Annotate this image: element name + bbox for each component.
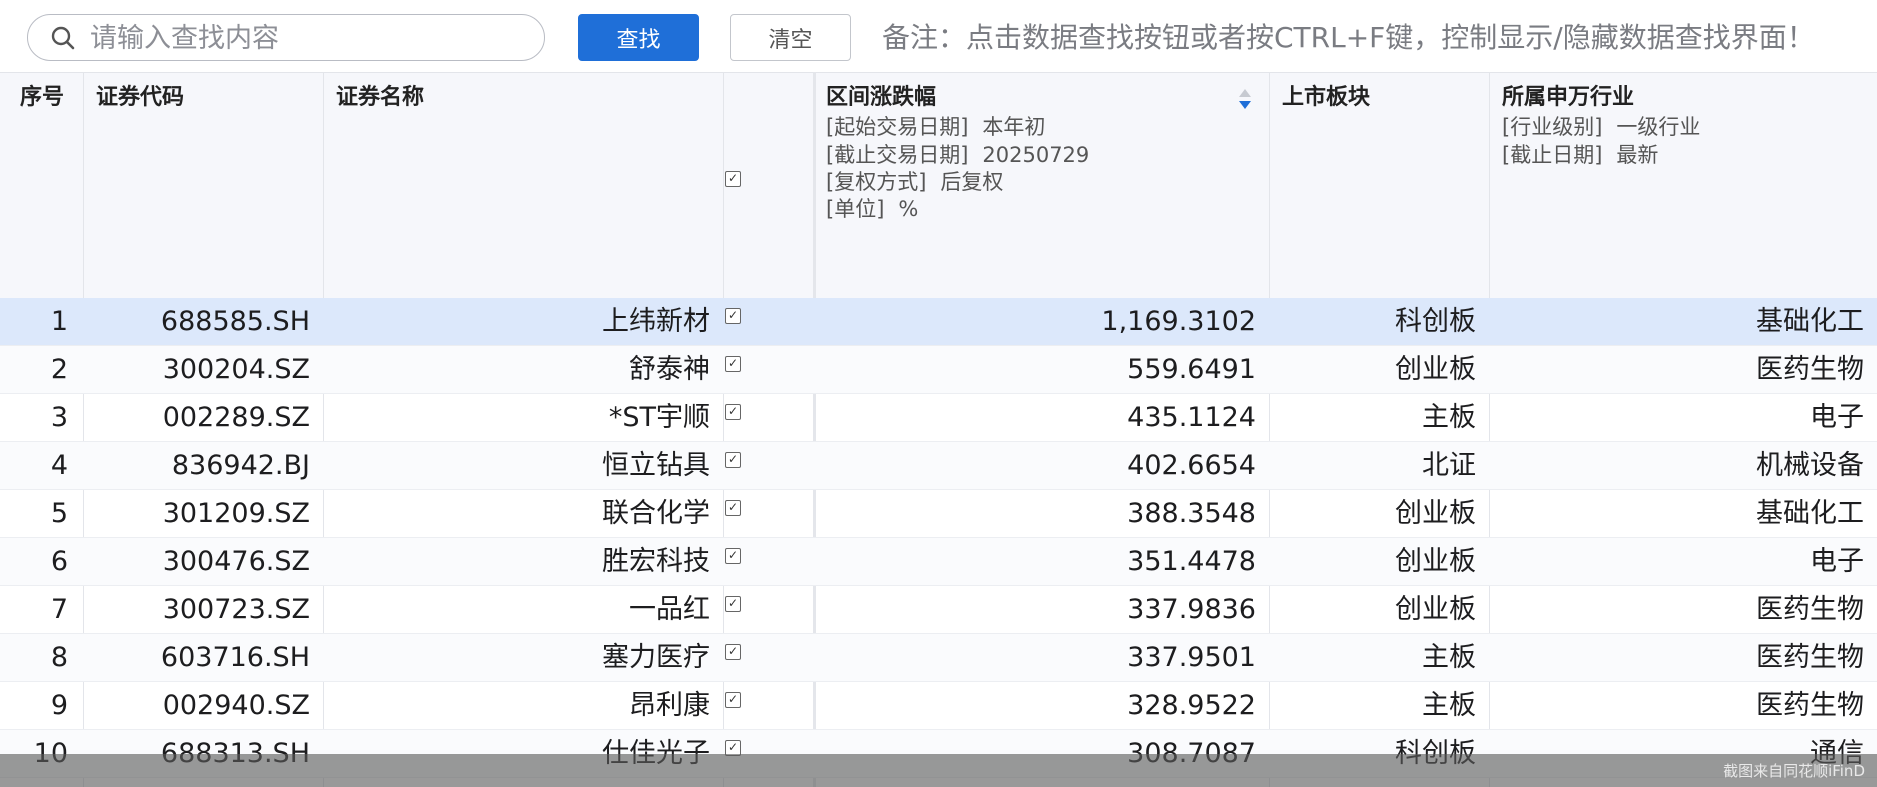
row-checkbox[interactable]: ✓: [725, 356, 741, 372]
table-row[interactable]: 9 002940.SZ 昂利康 ✓ 328.9522 主板 医药生物: [0, 682, 1877, 730]
table-row[interactable]: 6 300476.SZ 胜宏科技 ✓ 351.4478 创业板 电子: [0, 538, 1877, 586]
search-icon: [51, 26, 75, 50]
row-checkbox[interactable]: ✓: [725, 404, 741, 420]
security-name[interactable]: 上纬新材: [324, 298, 710, 346]
help-note: 备注：点击数据查找按钮或者按CTRL+F键，控制显示/隐藏数据查找界面！: [882, 21, 1815, 54]
clear-button[interactable]: 清空: [730, 14, 851, 61]
security-name[interactable]: 舒泰神: [324, 346, 710, 394]
sw-industry[interactable]: 医药生物: [1490, 634, 1864, 682]
row-checkbox[interactable]: ✓: [725, 452, 741, 468]
row-index: 1: [50, 306, 68, 337]
sw-industry[interactable]: 基础化工: [1490, 298, 1864, 346]
row-index: 7: [50, 594, 68, 625]
listing-board[interactable]: 北证: [1270, 442, 1476, 490]
security-name[interactable]: 昂利康: [324, 682, 710, 730]
row-index: 8: [50, 642, 68, 673]
sw-industry[interactable]: 基础化工: [1490, 490, 1864, 538]
sw-industry[interactable]: 机械设备: [1490, 442, 1864, 490]
table-row[interactable]: 8 603716.SH 塞力医疗 ✓ 337.9501 主板 医药生物: [0, 634, 1877, 682]
change-param-end: [截止交易日期] 20250729: [826, 143, 1090, 167]
row-checkbox[interactable]: ✓: [725, 644, 741, 660]
interval-change-value[interactable]: 351.4478: [818, 538, 1256, 586]
security-name[interactable]: 一品红: [324, 586, 710, 634]
change-param-adjust: [复权方式] 后复权: [826, 170, 1004, 194]
row-checkbox[interactable]: ✓: [725, 548, 741, 564]
security-code[interactable]: 836942.BJ: [84, 442, 310, 490]
watermark-text: 截图来自同花顺iFinD: [1723, 762, 1865, 780]
search-box[interactable]: [27, 14, 545, 61]
security-code[interactable]: 002940.SZ: [84, 682, 310, 730]
security-name[interactable]: 恒立钻具: [324, 442, 710, 490]
interval-change-value[interactable]: 435.1124: [818, 394, 1256, 442]
column-header-code[interactable]: 证券代码: [96, 79, 184, 111]
row-index: 9: [50, 690, 68, 721]
column-header-board[interactable]: 上市板块: [1282, 79, 1370, 111]
security-name[interactable]: *ST宇顺: [324, 394, 710, 442]
row-index: 3: [50, 402, 68, 433]
listing-board[interactable]: 主板: [1270, 682, 1476, 730]
table-row[interactable]: 5 301209.SZ 联合化学 ✓ 388.3548 创业板 基础化工: [0, 490, 1877, 538]
row-index: 2: [50, 354, 68, 385]
sw-industry[interactable]: 医药生物: [1490, 682, 1864, 730]
row-index: 4: [50, 450, 68, 481]
sw-industry[interactable]: 医药生物: [1490, 586, 1864, 634]
watermark-bar: 截图来自同花顺iFinD: [0, 754, 1877, 787]
row-index: 6: [50, 546, 68, 577]
table-row[interactable]: 1 688585.SH 上纬新材 ✓ 1,169.3102 科创板 基础化工: [0, 298, 1877, 346]
security-code[interactable]: 688585.SH: [84, 298, 310, 346]
row-index: 5: [50, 498, 68, 529]
listing-board[interactable]: 主板: [1270, 634, 1476, 682]
column-header-index[interactable]: 序号: [20, 79, 64, 111]
interval-change-value[interactable]: 388.3548: [818, 490, 1256, 538]
table-header: 序号 证券代码 证券名称 ✓ 区间涨跌幅 [起始交易日期] 本年初 [截止交易日期…: [0, 72, 1877, 298]
security-code[interactable]: 300476.SZ: [84, 538, 310, 586]
data-table: 序号 证券代码 证券名称 ✓ 区间涨跌幅 [起始交易日期] 本年初 [截止交易日期…: [0, 72, 1877, 787]
sort-desc-icon[interactable]: [1238, 87, 1252, 113]
row-checkbox[interactable]: ✓: [725, 500, 741, 516]
interval-change-value[interactable]: 559.6491: [818, 346, 1256, 394]
security-code[interactable]: 301209.SZ: [84, 490, 310, 538]
row-checkbox[interactable]: ✓: [725, 596, 741, 612]
column-header-name[interactable]: 证券名称: [336, 79, 424, 111]
sw-industry[interactable]: 电子: [1490, 394, 1864, 442]
row-checkbox[interactable]: ✓: [725, 308, 741, 324]
security-name[interactable]: 联合化学: [324, 490, 710, 538]
interval-change-value[interactable]: 1,169.3102: [818, 298, 1256, 346]
table-row[interactable]: 7 300723.SZ 一品红 ✓ 337.9836 创业板 医药生物: [0, 586, 1877, 634]
column-header-change[interactable]: 区间涨跌幅: [826, 79, 936, 111]
listing-board[interactable]: 科创板: [1270, 298, 1476, 346]
sw-industry[interactable]: 医药生物: [1490, 346, 1864, 394]
interval-change-value[interactable]: 402.6654: [818, 442, 1256, 490]
industry-param-date: [截止日期] 最新: [1502, 143, 1659, 167]
row-checkbox[interactable]: ✓: [725, 692, 741, 708]
security-name[interactable]: 胜宏科技: [324, 538, 710, 586]
listing-board[interactable]: 创业板: [1270, 490, 1476, 538]
select-all-checkbox[interactable]: ✓: [725, 171, 741, 187]
security-name[interactable]: 塞力医疗: [324, 634, 710, 682]
sw-industry[interactable]: 电子: [1490, 538, 1864, 586]
table-row[interactable]: 3 002289.SZ *ST宇顺 ✓ 435.1124 主板 电子: [0, 394, 1877, 442]
search-input[interactable]: [90, 21, 530, 55]
listing-board[interactable]: 主板: [1270, 394, 1476, 442]
security-code[interactable]: 300723.SZ: [84, 586, 310, 634]
table-body: 1 688585.SH 上纬新材 ✓ 1,169.3102 科创板 基础化工 2…: [0, 298, 1877, 778]
listing-board[interactable]: 创业板: [1270, 346, 1476, 394]
find-button[interactable]: 查找: [578, 14, 699, 61]
security-code[interactable]: 002289.SZ: [84, 394, 310, 442]
interval-change-value[interactable]: 328.9522: [818, 682, 1256, 730]
industry-param-level: [行业级别] 一级行业: [1502, 115, 1701, 139]
column-header-industry[interactable]: 所属申万行业: [1502, 79, 1634, 111]
listing-board[interactable]: 创业板: [1270, 538, 1476, 586]
change-param-unit: [单位]%: [826, 197, 919, 221]
table-row[interactable]: 4 836942.BJ 恒立钻具 ✓ 402.6654 北证 机械设备: [0, 442, 1877, 490]
security-code[interactable]: 603716.SH: [84, 634, 310, 682]
change-param-start: [起始交易日期] 本年初: [826, 115, 1046, 139]
listing-board[interactable]: 创业板: [1270, 586, 1476, 634]
table-row[interactable]: 2 300204.SZ 舒泰神 ✓ 559.6491 创业板 医药生物: [0, 346, 1877, 394]
security-code[interactable]: 300204.SZ: [84, 346, 310, 394]
interval-change-value[interactable]: 337.9836: [818, 586, 1256, 634]
interval-change-value[interactable]: 337.9501: [818, 634, 1256, 682]
search-toolbar: 查找 清空 备注：点击数据查找按钮或者按CTRL+F键，控制显示/隐藏数据查找界…: [0, 0, 1877, 72]
